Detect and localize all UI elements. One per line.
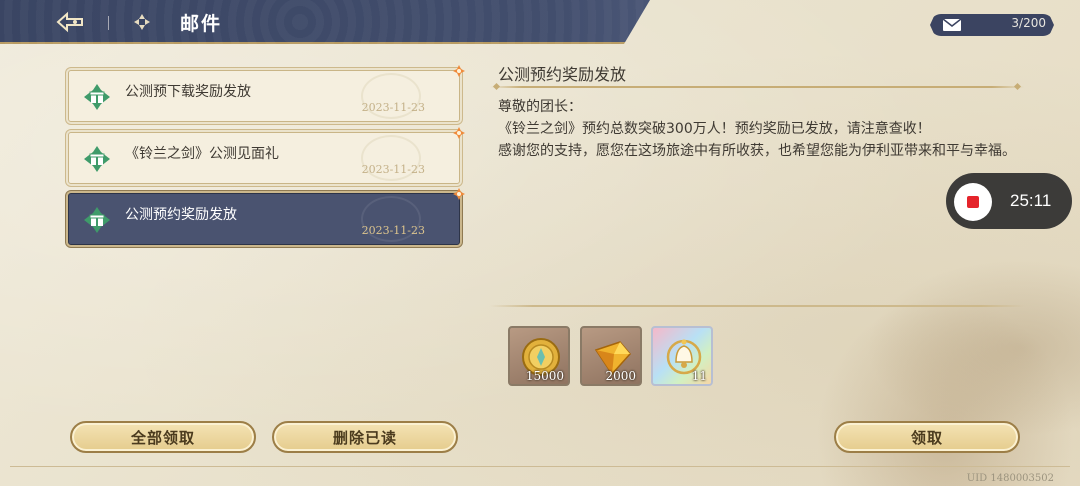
mail-detail-body: 尊敬的团长： 《铃兰之剑》预约总数突破300万人！预约奖励已发放，请注意查收！ …	[498, 96, 1028, 162]
reward-qty: 15000	[525, 369, 564, 383]
delete-read-button[interactable]: 删除已读	[272, 421, 458, 453]
mail-item-date: 2023-11-23	[361, 224, 425, 237]
stop-recording-button[interactable]	[954, 183, 992, 221]
back-button[interactable]	[54, 8, 86, 36]
header-divider	[108, 16, 109, 30]
reward-divider	[490, 305, 1024, 307]
uid-label: UID 1480003502	[966, 473, 1054, 484]
mail-item-2[interactable]: 公测预约奖励发放 2023-11-23	[68, 188, 465, 245]
mail-item-1[interactable]: 《铃兰之剑》公测见面礼 2023-11-23	[68, 127, 465, 184]
page-title: 邮件	[180, 13, 223, 35]
unread-badge-icon	[453, 188, 465, 200]
reward-item-0[interactable]: 15000	[508, 326, 570, 386]
mail-count-text: 3/200	[1011, 16, 1046, 30]
recording-timer: 25:11	[1010, 191, 1052, 210]
reward-item-1[interactable]: 2000	[580, 326, 642, 386]
frame-line	[10, 466, 1070, 467]
reward-qty: 11	[691, 369, 707, 383]
mail-body-line-2: 感谢您的支持，愿您在这场旅途中有所收获，也希望您能为伊利亚带来和平与幸福。	[498, 143, 1016, 159]
gift-icon	[84, 146, 110, 172]
envelope-icon	[942, 18, 962, 31]
mail-item-date: 2023-11-23	[361, 163, 425, 176]
mail-clover-icon	[134, 14, 150, 30]
gift-icon	[84, 207, 110, 233]
mail-detail-title: 公测预约奖励发放	[498, 65, 627, 84]
unread-badge-icon	[453, 127, 465, 139]
header-pattern	[0, 0, 650, 44]
mail-item-date: 2023-11-23	[361, 101, 425, 114]
mail-item-title: 公测预约奖励发放	[125, 207, 237, 223]
claim-all-button[interactable]: 全部领取	[70, 421, 256, 453]
title-divider	[490, 86, 1024, 88]
mail-item-0[interactable]: 公测预下载奖励发放 2023-11-23	[68, 65, 465, 122]
reward-item-2[interactable]: 11	[651, 326, 713, 386]
mail-item-title: 《铃兰之剑》公测见面礼	[125, 146, 279, 162]
mail-item-title: 公测预下载奖励发放	[125, 84, 251, 100]
claim-button[interactable]: 领取	[834, 421, 1020, 453]
reward-qty: 2000	[605, 369, 636, 383]
mail-body-line-1: 《铃兰之剑》预约总数突破300万人！预约奖励已发放，请注意查收！	[498, 121, 931, 137]
back-arrow-icon	[56, 11, 83, 33]
gift-icon	[84, 84, 110, 110]
mail-greeting: 尊敬的团长：	[498, 99, 582, 115]
unread-badge-icon	[453, 65, 465, 77]
